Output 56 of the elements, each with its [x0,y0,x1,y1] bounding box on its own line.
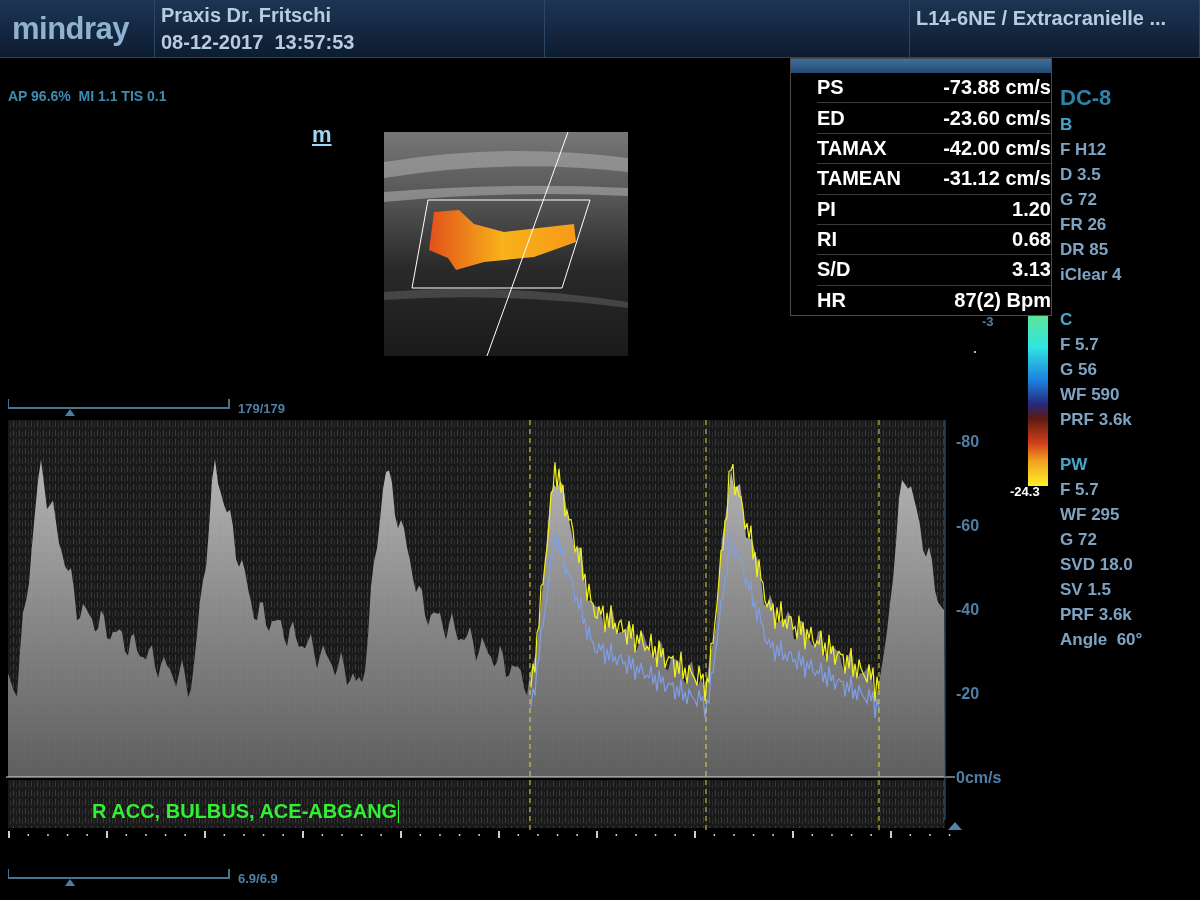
imaging-parameter: G 56 [1060,359,1098,381]
measurement-label: TAMEAN [817,167,902,191]
measurement-value: -31.12 cm/s [943,167,1051,191]
cine-frame-reading: 179/179 [238,400,285,416]
velocity-axis-label: -40 [956,601,980,618]
measurement-label: TAMAX [817,136,887,160]
measurement-label: PS [817,76,844,100]
measurement-label: ED [817,106,845,130]
imaging-parameter: G 72 [1060,529,1098,551]
exam-datetime: 08-12-2017 13:57:53 [161,29,356,55]
mode-title: C [1060,309,1074,331]
imaging-parameter: D 3.5 [1060,164,1102,186]
imaging-parameter: FR 26 [1060,214,1108,236]
mode-title: PW [1060,454,1089,476]
imaging-parameter: F 5.7 [1060,334,1100,356]
slider-thumb[interactable] [65,879,76,886]
brand-logo: mindray [11,10,131,47]
imaging-parameter: G 72 [1060,189,1098,211]
velocity-axis-label: -60 [956,517,980,534]
measurement-value: -23.60 cm/s [943,106,1051,130]
annotation-text: R ACC, BULBUS, ACE-ABGANG [92,800,400,823]
imaging-parameter: F 5.7 [1060,479,1100,501]
imaging-parameter: WF 295 [1060,504,1121,526]
velocity-axis-label: -20 [956,685,980,702]
imaging-parameter: PRF 3.6k [1060,604,1133,626]
imaging-parameter: iClear 4 [1060,264,1123,286]
cine-slider[interactable] [8,869,230,887]
measurement-value: 0.68 [1012,228,1051,252]
velocity-axis-label: 0cm/s [956,769,1002,786]
imaging-parameter: DR 85 [1060,239,1110,261]
cine-frame-reading: 6.9/6.9 [238,870,278,886]
measurement-label: S/D [817,258,851,282]
mode-marker: m [312,122,332,148]
exam-preset: DC-8 [1060,84,1113,112]
measurement-label: PI [817,197,836,221]
measurement-value: 3.13 [1012,258,1051,282]
imaging-parameter: PRF 3.6k [1060,409,1133,431]
imaging-parameter: Angle 60° [1060,629,1144,651]
measurement-value: -73.88 cm/s [943,76,1051,100]
probe-preset: L14-6NE / Extracranielle ... [916,6,1168,31]
mode-title: B [1060,114,1074,136]
color-scale-bottom: -24.3 [1010,484,1040,499]
baseline-marker-icon [948,822,962,830]
imaging-parameter: F H12 [1060,139,1108,161]
velocity-axis-label: -80 [956,433,980,450]
imaging-parameter: WF 590 [1060,384,1121,406]
imaging-parameter: SV 1.5 [1060,579,1113,601]
measurement-label: RI [817,228,837,252]
acoustic-output-reading: AP 96.6% MI 1.1 TIS 0.1 [8,88,168,104]
clinic-name: Praxis Dr. Fritschi [161,2,333,28]
color-scale-top: -3 [982,314,994,329]
measurement-value: 87(2) Bpm [954,288,1051,312]
measurement-label: HR [817,288,846,312]
imaging-parameter: SVD 18.0 [1060,554,1134,576]
measurement-value: 1.20 [1012,197,1051,221]
measurement-value: -42.00 cm/s [943,136,1051,160]
